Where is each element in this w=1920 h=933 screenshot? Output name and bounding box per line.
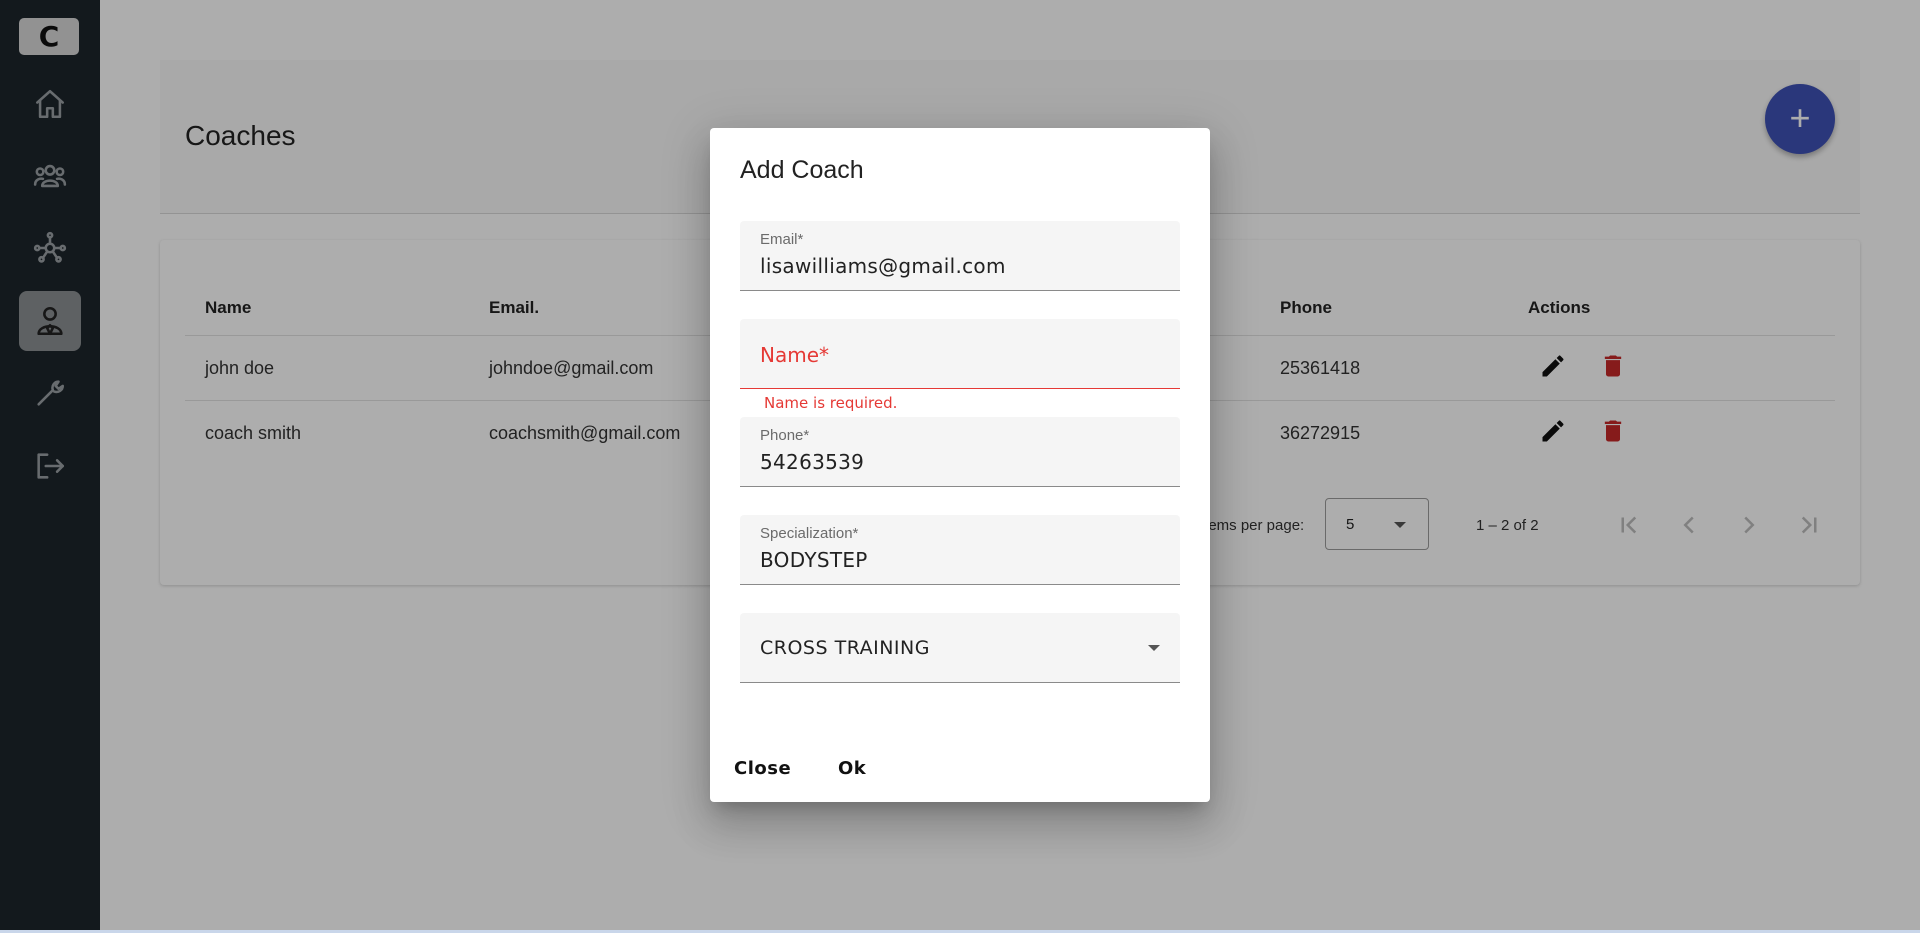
dialog-title: Add Coach (740, 156, 864, 184)
name-error-message: Name is required. (764, 394, 898, 412)
specialization-label: Specialization* (760, 525, 859, 542)
name-field[interactable]: Name* (740, 319, 1180, 389)
name-label: Name* (760, 343, 830, 367)
phone-value: 54263539 (760, 450, 865, 474)
close-button[interactable]: Close (734, 758, 791, 779)
add-coach-dialog: Add Coach Email* lisawilliams@gmail.com … (710, 128, 1210, 802)
email-value: lisawilliams@gmail.com (760, 254, 1006, 278)
phone-label: Phone* (760, 427, 810, 444)
ok-button[interactable]: Ok (838, 758, 866, 779)
category-select[interactable]: CROSS TRAINING (740, 613, 1180, 683)
chevron-down-icon (1148, 645, 1160, 651)
specialization-value: BODYSTEP (760, 548, 868, 572)
specialization-field[interactable]: Specialization* BODYSTEP (740, 515, 1180, 585)
email-label: Email* (760, 231, 804, 248)
email-field[interactable]: Email* lisawilliams@gmail.com (740, 221, 1180, 291)
category-value: CROSS TRAINING (760, 637, 930, 659)
phone-field[interactable]: Phone* 54263539 (740, 417, 1180, 487)
